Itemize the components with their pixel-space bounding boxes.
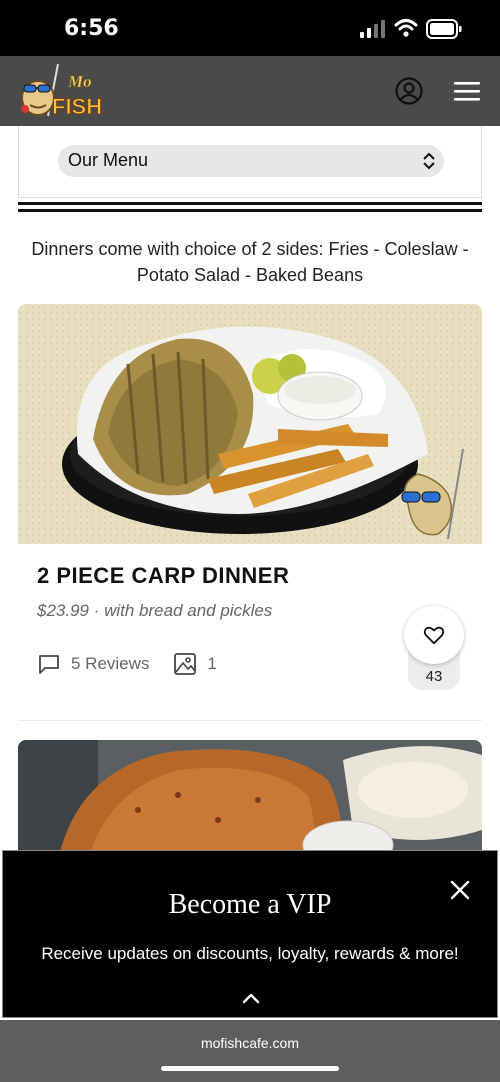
url-text[interactable]: mofishcafe.com (0, 1035, 500, 1051)
menu-select-value: Our Menu (68, 150, 149, 170)
site-header: Mo FISH (0, 56, 500, 126)
cellular-signal-icon (360, 20, 385, 38)
reviews-icon[interactable] (37, 652, 61, 676)
chevron-up-icon[interactable] (241, 991, 261, 1005)
dish-title[interactable]: 2 PIECE CARP DINNER (37, 563, 289, 589)
dish-separator (18, 720, 482, 721)
hamburger-menu-icon[interactable] (452, 78, 482, 104)
sides-note: Dinners come with choice of 2 sides: Fri… (31, 239, 469, 285)
dish-photo[interactable] (18, 304, 482, 544)
wifi-icon (394, 19, 418, 37)
dish-meta: 5 Reviews 1 (37, 652, 217, 676)
chevron-up-down-icon (423, 152, 435, 170)
status-time: 6:56 (64, 16, 119, 41)
like-count: 43 (425, 668, 443, 685)
vip-banner: Become a VIP Receive updates on discount… (2, 850, 498, 1018)
like-button[interactable] (404, 606, 464, 664)
photos-count[interactable]: 1 (207, 654, 216, 674)
account-icon[interactable] (394, 76, 424, 106)
dish-photo-2[interactable] (18, 740, 482, 860)
logo-text-top: Mo (67, 72, 92, 91)
battery-icon (426, 19, 462, 39)
dish-description: $23.99 · with bread and pickles (37, 601, 273, 620)
home-indicator[interactable] (161, 1066, 339, 1071)
logo-text-bottom: FISH (52, 94, 102, 119)
vip-text: Receive updates on discounts, loyalty, r… (41, 944, 459, 963)
menu-select[interactable]: Our Menu (58, 145, 444, 177)
heart-icon (423, 626, 445, 645)
photos-icon[interactable] (173, 652, 197, 676)
section-divider (18, 202, 482, 212)
reviews-link[interactable]: 5 Reviews (71, 654, 149, 674)
mo-fish-logo[interactable]: Mo FISH (16, 60, 120, 122)
like-widget: 43 (404, 606, 464, 690)
vip-title: Become a VIP (168, 889, 332, 920)
status-bar: 6:56 (0, 0, 500, 56)
close-icon[interactable] (449, 879, 471, 901)
menu-selector-card: Our Menu (18, 126, 482, 198)
browser-url-bar[interactable]: mofishcafe.com (0, 1020, 500, 1082)
